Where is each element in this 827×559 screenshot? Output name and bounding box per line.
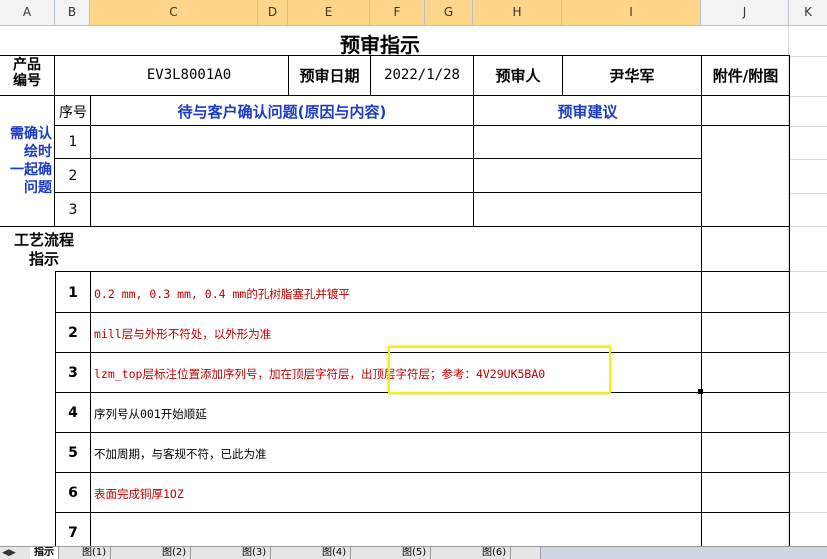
horizontal-scrollbar[interactable] — [540, 547, 827, 559]
process-row-text[interactable]: 0.2 mm, 0.3 mm, 0.4 mm的孔树脂塞孔并镀平 — [94, 286, 350, 302]
sheet-tab-bar: ◀▶ 指示 图(1) 图(2) 图(3) 图(4) 图(5) 图(6) — [0, 546, 827, 559]
question-header: 待与客户确认问题(原因与内容) — [177, 103, 387, 121]
fill-handle[interactable] — [698, 389, 703, 394]
side-label-line4: 问题 — [24, 180, 52, 196]
process-row-text[interactable]: 序列号从001开始顺延 — [94, 406, 207, 422]
process-row-num: 5 — [68, 445, 78, 461]
seq-header: 序号 — [59, 105, 87, 121]
process-row-text[interactable]: mill层与外形不符处，以外形为准 — [94, 326, 271, 342]
attachment-label: 附件/附图 — [712, 67, 779, 85]
column-header-g[interactable]: G — [425, 0, 473, 25]
sheet-tab[interactable]: 图(5) — [398, 547, 432, 559]
column-header-j[interactable]: J — [701, 0, 789, 25]
advice-header: 预审建议 — [557, 103, 618, 121]
product-label: 产品 编号 — [2, 57, 52, 89]
confirm-row-num: 1 — [68, 134, 78, 150]
confirm-row-num: 3 — [68, 202, 78, 218]
process-row-num: 6 — [68, 485, 78, 501]
sheet-tab[interactable]: 指示 — [30, 547, 59, 559]
column-header-i[interactable]: I — [562, 0, 701, 25]
side-label-line1: 需确认 — [10, 126, 52, 142]
product-code[interactable]: EV3L8001A0 — [90, 67, 288, 83]
product-label-line2: 编号 — [13, 73, 41, 89]
column-header-b[interactable]: B — [55, 0, 90, 25]
process-row-text[interactable]: 不加周期，与客规不符，已此为准 — [94, 446, 267, 462]
process-row-num: 1 — [68, 285, 78, 301]
sheet-tab[interactable]: 图(4) — [318, 547, 352, 559]
sheet-tab[interactable]: 图(1) — [78, 547, 112, 559]
process-row-num: 2 — [68, 325, 78, 341]
sheet-tab[interactable]: 图(3) — [238, 547, 272, 559]
highlight-box — [388, 346, 611, 394]
confirm-side-label: 需确认 绘时 一起确 问题 — [0, 125, 54, 205]
tab-scroll-icon[interactable]: ◀▶ — [2, 547, 16, 559]
column-header-bar: A B C D E F G H I J K — [0, 0, 827, 26]
side-label-line2: 绘时 — [24, 144, 52, 160]
review-date-label: 预审日期 — [299, 67, 360, 85]
process-label: 工艺流程 指示 — [0, 231, 88, 269]
product-label-line1: 产品 — [13, 57, 41, 73]
reviewer-label: 预审人 — [495, 67, 541, 85]
process-row-num: 7 — [68, 525, 78, 541]
column-header-k[interactable]: K — [789, 0, 827, 25]
confirm-row-num: 2 — [68, 168, 78, 184]
process-row-text[interactable]: 表面完成铜厚1OZ — [94, 486, 184, 502]
column-header-h[interactable]: H — [473, 0, 562, 25]
process-label-line1: 工艺流程 — [13, 231, 74, 249]
spreadsheet-grid[interactable]: 预审指示 产品 编号 EV3L8001A0 预审日期 2022/1/28 预审人… — [0, 26, 827, 546]
column-header-e[interactable]: E — [288, 0, 370, 25]
column-header-f[interactable]: F — [370, 0, 425, 25]
sheet-tab[interactable]: 图(2) — [158, 547, 192, 559]
column-header-a[interactable]: A — [0, 0, 55, 25]
process-label-line2: 指示 — [28, 250, 59, 268]
process-row-num: 3 — [68, 365, 78, 381]
sheet-tab[interactable]: 图(6) — [478, 547, 512, 559]
column-header-c[interactable]: C — [90, 0, 258, 25]
sheet-title: 预审指示 — [340, 33, 420, 57]
side-label-line3: 一起确 — [10, 162, 52, 178]
column-header-d[interactable]: D — [258, 0, 288, 25]
process-row-num: 4 — [68, 405, 78, 421]
review-date-value[interactable]: 2022/1/28 — [371, 67, 473, 83]
reviewer-name[interactable]: 尹华军 — [563, 65, 701, 86]
